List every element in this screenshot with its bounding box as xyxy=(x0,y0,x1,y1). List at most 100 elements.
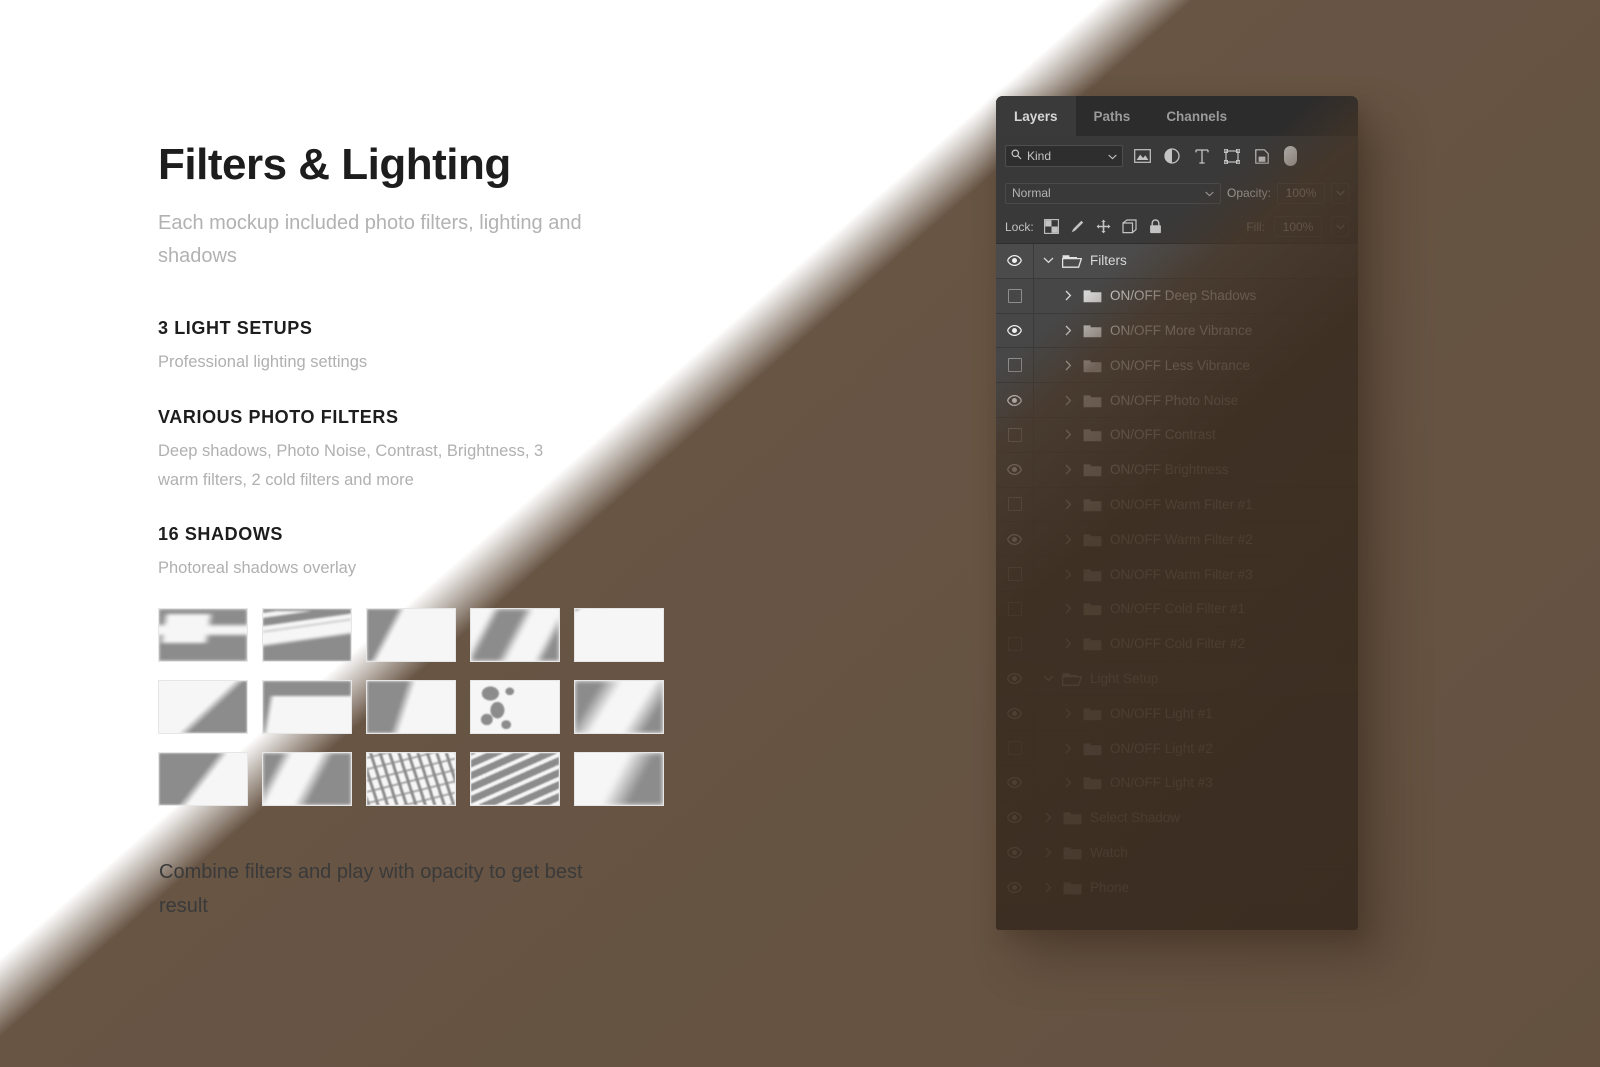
blend-mode-dropdown[interactable]: Normal xyxy=(1005,182,1221,204)
eye-visible-icon[interactable] xyxy=(996,765,1034,800)
eye-visible-icon[interactable] xyxy=(996,696,1034,731)
opacity-stepper[interactable] xyxy=(1331,182,1349,204)
eye-hidden-checkbox[interactable] xyxy=(996,557,1034,591)
chevron-right-icon[interactable] xyxy=(1042,847,1054,858)
filter-kind-dropdown[interactable]: Kind xyxy=(1005,145,1123,167)
layer-row-body: ON/OFF Less Vibrance xyxy=(1034,358,1358,373)
layer-row[interactable]: ON/OFF Warm Filter #3 xyxy=(996,557,1358,592)
photoshop-layers-panel: Layers Paths Channels Kind Normal Opacit… xyxy=(996,96,1358,930)
layer-row[interactable]: ON/OFF Less Vibrance xyxy=(996,348,1358,384)
eye-visible-icon[interactable] xyxy=(996,661,1034,696)
folder-open-icon xyxy=(1061,253,1083,269)
layer-name: Phone xyxy=(1090,879,1130,895)
smart-object-icon[interactable] xyxy=(1251,145,1273,167)
filter-toggle-knob[interactable] xyxy=(1284,146,1297,166)
layer-row-body: ON/OFF Light #2 xyxy=(1034,741,1358,756)
eye-visible-icon[interactable] xyxy=(996,800,1034,835)
panel-tab-paths[interactable]: Paths xyxy=(1075,96,1149,136)
eye-visible-icon[interactable] xyxy=(996,244,1034,278)
shadow-thumb-corner-diagonal xyxy=(158,680,248,734)
shadow-pattern xyxy=(575,753,663,805)
panel-tab-layers[interactable]: Layers xyxy=(996,96,1076,136)
eye-hidden-checkbox[interactable] xyxy=(996,731,1034,765)
folder-closed-icon xyxy=(1081,323,1103,338)
layer-row[interactable]: Watch xyxy=(996,835,1358,871)
lock-all-icon[interactable] xyxy=(1147,218,1164,235)
layer-row[interactable]: ON/OFF Light #1 xyxy=(996,696,1358,732)
eye-visible-icon[interactable] xyxy=(996,522,1034,557)
chevron-right-icon[interactable] xyxy=(1062,290,1074,301)
folder-closed-icon xyxy=(1081,288,1103,303)
chevron-right-icon[interactable] xyxy=(1062,743,1074,754)
layer-row-body: ON/OFF Warm Filter #1 xyxy=(1034,497,1358,512)
layer-name: ON/OFF Cold Filter #1 xyxy=(1110,601,1246,617)
chevron-right-icon[interactable] xyxy=(1062,708,1074,719)
layer-row[interactable]: ON/OFF Cold Filter #1 xyxy=(996,591,1358,627)
folder-closed-icon xyxy=(1081,497,1103,512)
lock-position-icon[interactable] xyxy=(1095,218,1112,235)
chevron-right-icon[interactable] xyxy=(1062,638,1074,649)
chevron-right-icon[interactable] xyxy=(1042,882,1054,893)
lock-row: Lock: Fill: 100% xyxy=(996,210,1358,244)
chevron-right-icon[interactable] xyxy=(1062,777,1074,788)
chevron-right-icon[interactable] xyxy=(1042,812,1054,823)
eye-hidden-checkbox[interactable] xyxy=(996,487,1034,522)
eye-visible-icon[interactable] xyxy=(996,452,1034,487)
lock-artboard-icon[interactable] xyxy=(1121,218,1138,235)
chevron-right-icon[interactable] xyxy=(1062,429,1074,440)
chevron-down-icon[interactable] xyxy=(1042,675,1054,682)
chevron-right-icon[interactable] xyxy=(1062,603,1074,614)
eye-hidden-checkbox[interactable] xyxy=(996,417,1034,452)
eye-visible-icon[interactable] xyxy=(996,870,1034,905)
layer-row[interactable]: Phone xyxy=(996,870,1358,906)
eye-hidden-checkbox[interactable] xyxy=(996,348,1034,383)
eye-hidden-checkbox[interactable] xyxy=(996,626,1034,661)
adjustment-layer-icon[interactable] xyxy=(1161,145,1183,167)
layer-row[interactable]: ON/OFF Warm Filter #1 xyxy=(996,487,1358,523)
chevron-right-icon[interactable] xyxy=(1062,534,1074,545)
layer-row-body: ON/OFF Light #1 xyxy=(1034,706,1358,721)
layer-row[interactable]: ON/OFF Cold Filter #2 xyxy=(996,626,1358,662)
layer-row[interactable]: ON/OFF More Vibrance xyxy=(996,313,1358,349)
layer-row[interactable]: ON/OFF Light #3 xyxy=(996,765,1358,801)
panel-tab-channels[interactable]: Channels xyxy=(1148,96,1246,136)
layer-row[interactable]: ON/OFF Contrast xyxy=(996,417,1358,453)
chevron-right-icon[interactable] xyxy=(1062,325,1074,336)
eye-visible-icon[interactable] xyxy=(996,383,1034,417)
lock-transparent-icon[interactable] xyxy=(1043,218,1060,235)
shadow-pattern xyxy=(263,681,351,733)
page-title: Filters & Lighting xyxy=(158,140,511,189)
fill-input[interactable]: 100% xyxy=(1274,216,1322,237)
type-layer-icon[interactable] xyxy=(1191,145,1213,167)
chevron-right-icon[interactable] xyxy=(1062,499,1074,510)
shadow-thumb-leaves xyxy=(470,680,560,734)
feature-title: 16 SHADOWS xyxy=(158,524,284,545)
eye-hidden-checkbox[interactable] xyxy=(996,591,1034,626)
eye-visible-icon[interactable] xyxy=(996,313,1034,348)
shadow-thumb-blinds-angled xyxy=(470,752,560,806)
fill-stepper[interactable] xyxy=(1331,216,1349,237)
shape-layer-icon[interactable] xyxy=(1221,145,1243,167)
layer-row[interactable]: ON/OFF Light #2 xyxy=(996,731,1358,766)
layer-row[interactable]: Filters xyxy=(996,244,1358,279)
layer-row[interactable]: ON/OFF Brightness xyxy=(996,452,1358,488)
chevron-down-icon[interactable] xyxy=(1042,257,1054,264)
folder-closed-icon xyxy=(1081,741,1103,756)
chevron-right-icon[interactable] xyxy=(1062,464,1074,475)
layer-row[interactable]: ON/OFF Photo Noise xyxy=(996,383,1358,418)
pixel-layer-icon[interactable] xyxy=(1131,145,1153,167)
layer-row[interactable]: Light Setup xyxy=(996,661,1358,697)
layer-row-body: ON/OFF Deep Shadows xyxy=(1034,288,1358,303)
layer-row[interactable]: ON/OFF Warm Filter #2 xyxy=(996,522,1358,558)
layer-row[interactable]: ON/OFF Deep Shadows xyxy=(996,278,1358,314)
chevron-right-icon[interactable] xyxy=(1062,395,1074,406)
shadow-thumb-light-beam xyxy=(470,608,560,662)
lock-image-icon[interactable] xyxy=(1069,218,1086,235)
shadow-thumb-frame-corner xyxy=(262,680,352,734)
chevron-right-icon[interactable] xyxy=(1062,569,1074,580)
chevron-right-icon[interactable] xyxy=(1062,360,1074,371)
eye-hidden-checkbox[interactable] xyxy=(996,278,1034,313)
eye-visible-icon[interactable] xyxy=(996,835,1034,870)
layer-row[interactable]: Select Shadow xyxy=(996,800,1358,836)
opacity-input[interactable]: 100% xyxy=(1277,182,1325,204)
